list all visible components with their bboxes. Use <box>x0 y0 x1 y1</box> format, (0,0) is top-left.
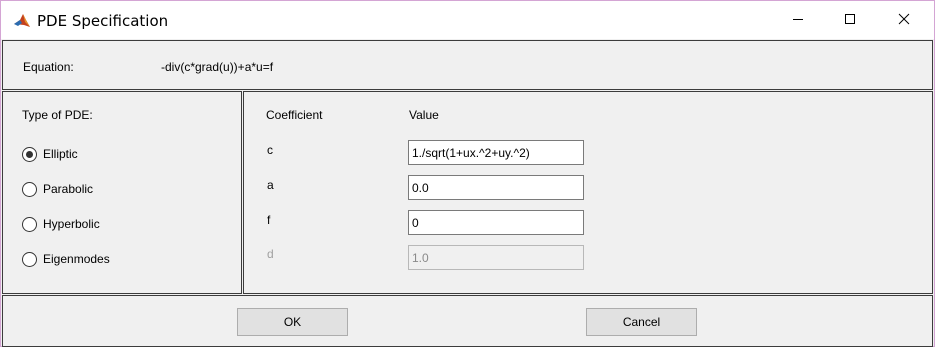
cancel-button[interactable]: Cancel <box>586 308 697 336</box>
equation-label: Equation: <box>23 60 74 74</box>
radio-label-hyperbolic: Hyperbolic <box>43 217 100 231</box>
equation-value: -div(c*grad(u))+a*u=f <box>161 60 274 74</box>
coefficient-a-label: a <box>267 178 274 192</box>
value-header: Value <box>409 108 439 122</box>
coefficient-header: Coefficient <box>266 108 323 122</box>
radio-parabolic[interactable]: Parabolic <box>22 180 93 198</box>
coefficient-c-input[interactable] <box>408 140 584 165</box>
title-bar[interactable]: PDE Specification <box>1 1 934 39</box>
coefficient-a-input[interactable] <box>408 175 584 200</box>
maximize-button[interactable] <box>827 1 873 39</box>
coefficient-d-input <box>408 245 584 270</box>
radio-button[interactable] <box>22 216 37 232</box>
window-title: PDE Specification <box>37 12 169 30</box>
coefficient-f-input[interactable] <box>408 210 584 235</box>
pde-type-panel: Type of PDE: Elliptic Parabolic Hyperbol… <box>2 91 242 294</box>
radio-label-eigenmodes: Eigenmodes <box>43 252 110 266</box>
coefficient-panel: Coefficient Value c a f d <box>243 91 933 294</box>
close-icon <box>898 13 910 28</box>
coefficient-f-label: f <box>267 213 271 227</box>
equation-panel: Equation: -div(c*grad(u))+a*u=f <box>2 40 933 90</box>
minimize-icon <box>792 13 804 28</box>
matlab-icon <box>13 11 31 29</box>
radio-eigenmodes[interactable]: Eigenmodes <box>22 250 110 268</box>
minimize-button[interactable] <box>775 1 821 39</box>
maximize-icon <box>844 13 856 28</box>
radio-button[interactable] <box>22 251 37 267</box>
pde-specification-dialog: PDE Specification Equation: -div(c*grad(… <box>0 0 935 347</box>
radio-button[interactable] <box>22 181 37 197</box>
button-panel: OK Cancel <box>2 295 933 347</box>
coefficient-c-label: c <box>267 143 273 157</box>
radio-label-parabolic: Parabolic <box>43 182 94 196</box>
radio-button-selected[interactable] <box>22 146 37 162</box>
coefficient-d-label: d <box>267 247 274 261</box>
radio-label-elliptic: Elliptic <box>43 147 78 161</box>
ok-button[interactable]: OK <box>237 308 348 336</box>
radio-elliptic[interactable]: Elliptic <box>22 145 78 163</box>
radio-hyperbolic[interactable]: Hyperbolic <box>22 215 100 233</box>
pde-type-title: Type of PDE: <box>22 108 93 122</box>
close-button[interactable] <box>881 1 927 39</box>
